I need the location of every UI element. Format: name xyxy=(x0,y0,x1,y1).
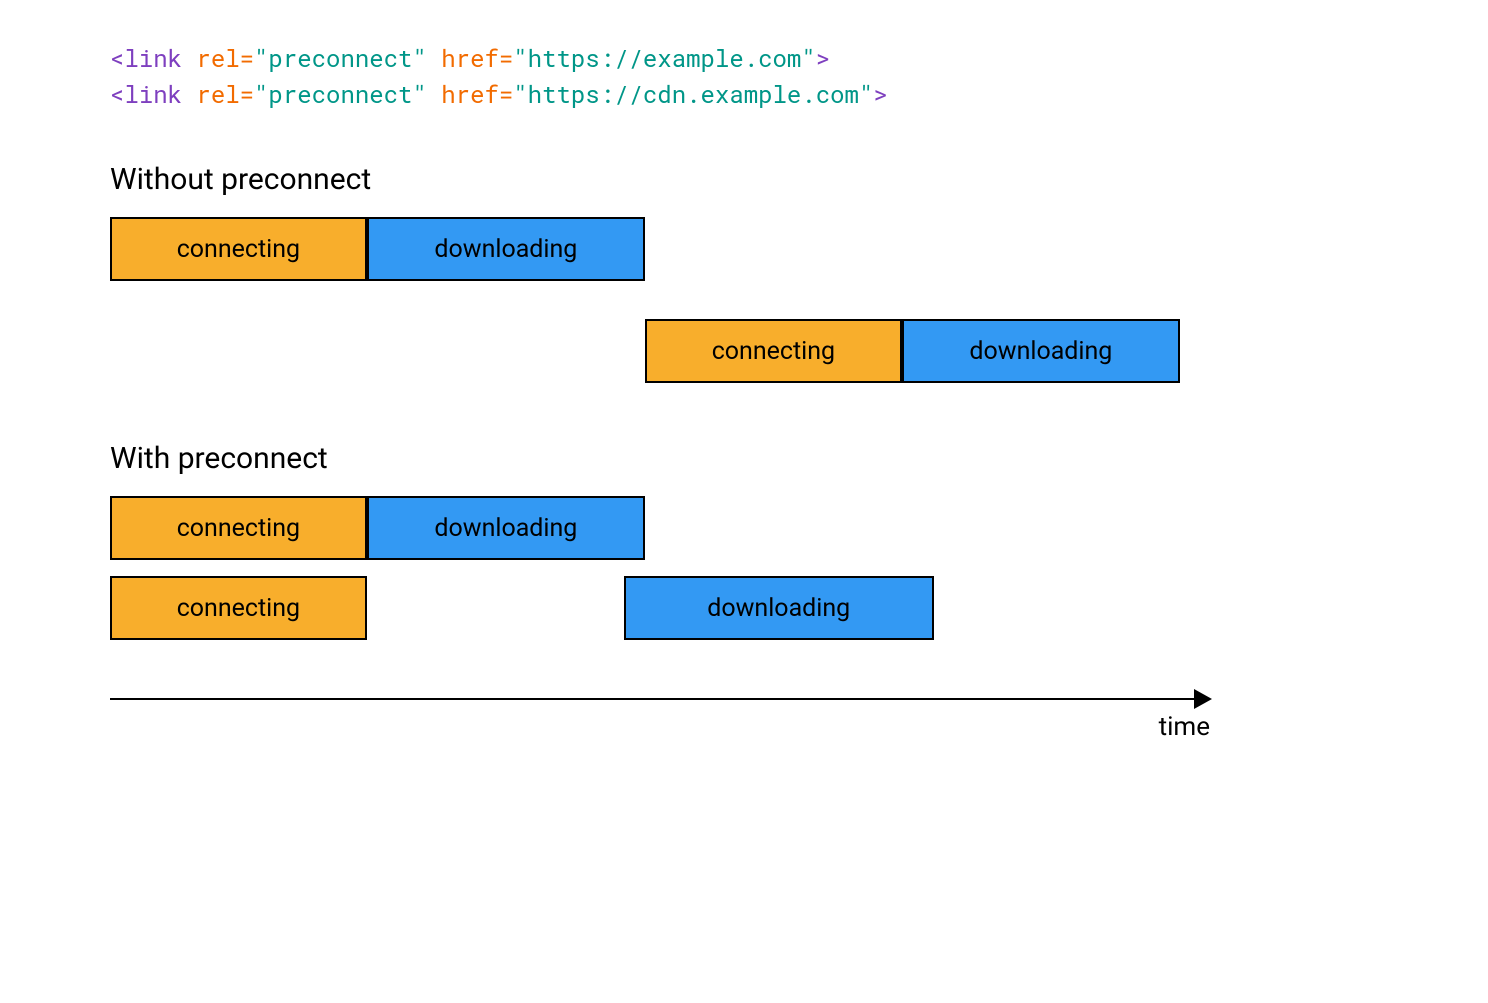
timeline-with-preconnect: connectingdownloadingconnectingdownloadi… xyxy=(110,496,1378,648)
timeline-row: connectingdownloading xyxy=(110,319,1180,391)
timeline-without-preconnect: connectingdownloadingconnectingdownloadi… xyxy=(110,217,1378,391)
axis-line xyxy=(110,698,1210,700)
attr-rel-val: "preconnect" xyxy=(254,42,427,74)
timeline-row: connecting downloading xyxy=(110,576,1180,648)
downloading-bar: downloading xyxy=(367,217,645,281)
tag-open: <link xyxy=(110,42,182,74)
code-line-2: <link rel="preconnect" href="https://cdn… xyxy=(110,76,1378,112)
attr-rel: rel= xyxy=(182,42,254,74)
tag-open: <link xyxy=(110,78,182,110)
connecting-bar: connecting xyxy=(110,576,367,640)
connecting-bar: connecting xyxy=(110,217,367,281)
code-line-1: <link rel="preconnect" href="https://exa… xyxy=(110,40,1378,76)
attr-rel-val: "preconnect" xyxy=(254,78,427,110)
attr-href-val: "https://example.com" xyxy=(513,42,815,74)
downloading-bar: downloading xyxy=(624,576,934,640)
attr-href: href= xyxy=(427,42,513,74)
arrow-right-icon xyxy=(1194,689,1212,709)
tag-close: > xyxy=(816,42,830,74)
attr-href-val: "https://cdn.example.com" xyxy=(513,78,873,110)
code-snippet: <link rel="preconnect" href="https://exa… xyxy=(110,40,1378,112)
time-axis: time xyxy=(110,698,1210,700)
connecting-bar: connecting xyxy=(110,496,367,560)
attr-href: href= xyxy=(427,78,513,110)
tag-close: > xyxy=(873,78,887,110)
attr-rel: rel= xyxy=(182,78,254,110)
timeline-row: connectingdownloading xyxy=(110,217,1180,289)
heading-without-preconnect: Without preconnect xyxy=(110,162,1378,197)
timeline-row: connectingdownloading xyxy=(110,496,1180,568)
heading-with-preconnect: With preconnect xyxy=(110,441,1378,476)
downloading-bar: downloading xyxy=(367,496,645,560)
downloading-bar: downloading xyxy=(902,319,1180,383)
connecting-bar: connecting xyxy=(645,319,902,383)
axis-label: time xyxy=(1159,712,1210,742)
